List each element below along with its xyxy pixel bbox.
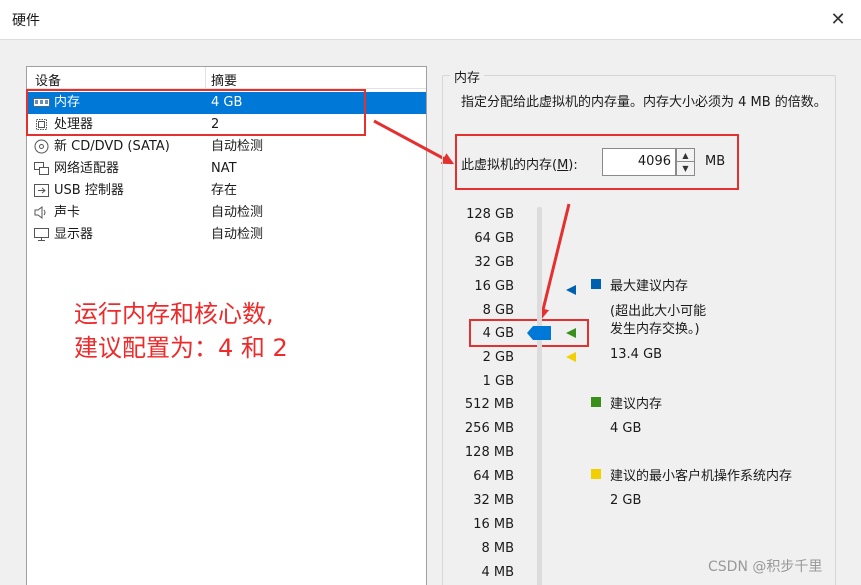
legend-max-value: 13.4 GB: [610, 347, 663, 362]
memory-description: 指定分配给此虚拟机的内存量。内存大小必须为 4 MB 的倍数。: [461, 95, 827, 110]
close-button[interactable]: ✕: [822, 6, 854, 34]
legend-max-title: 最大建议内存: [610, 279, 689, 294]
scale-label: 1 GB: [482, 374, 514, 389]
scale-label: 4 MB: [481, 565, 514, 580]
legend-min-title: 建议的最小客户机操作系统内存: [610, 469, 793, 484]
network-icon: [34, 162, 49, 175]
annotation-text-line1: 运行内存和核心数,: [74, 300, 274, 328]
scale-label: 8 GB: [482, 303, 514, 318]
recommended-marker: [566, 328, 576, 338]
legend-max-note: (超出此大小可能 发生内存交换。): [610, 304, 707, 337]
scale-label: 16 MB: [473, 517, 514, 532]
scale-label: 64 GB: [474, 231, 514, 246]
memory-slider-thumb[interactable]: [527, 326, 551, 340]
scale-label: 256 MB: [464, 421, 514, 436]
memory-group-title: 内存: [450, 67, 485, 86]
device-name: USB 控制器: [54, 183, 124, 198]
memory-slider-track[interactable]: [537, 207, 542, 585]
scale-label: 2 GB: [482, 350, 514, 365]
title-bar: 硬件 ✕: [0, 0, 861, 40]
scale-label-selected: 4 GB: [482, 326, 514, 341]
memory-unit: MB: [705, 154, 726, 169]
window-title: 硬件: [12, 13, 40, 29]
column-header-summary[interactable]: 摘要: [211, 70, 237, 89]
device-row-network[interactable]: 网络适配器 NAT: [27, 158, 426, 180]
memory-spinner[interactable]: ▲ ▼: [676, 148, 695, 176]
device-summary: 自动检测: [211, 139, 264, 154]
device-row-usb[interactable]: USB 控制器 存在: [27, 180, 426, 202]
device-row-cd-dvd[interactable]: 新 CD/DVD (SATA) 自动检测: [27, 136, 426, 158]
legend-max-swatch: [591, 279, 601, 289]
device-row-sound[interactable]: 声卡 自动检测: [27, 202, 426, 224]
device-summary: NAT: [211, 161, 237, 176]
scale-label: 512 MB: [464, 397, 514, 412]
scale-label: 32 GB: [474, 255, 514, 270]
device-summary: 存在: [211, 183, 238, 198]
device-name: 网络适配器: [54, 161, 120, 176]
device-name: 声卡: [54, 205, 81, 220]
device-summary: 自动检测: [211, 205, 264, 220]
device-name: 新 CD/DVD (SATA): [54, 139, 170, 154]
min-recommended-marker: [566, 352, 576, 362]
device-summary: 自动检测: [211, 227, 264, 242]
legend-min-swatch: [591, 469, 601, 479]
watermark: CSDN @积步千里: [708, 559, 823, 575]
column-header-device[interactable]: 设备: [35, 70, 61, 89]
memory-field-label: 此虚拟机的内存(M):: [461, 158, 578, 173]
legend-recommended-value: 4 GB: [610, 421, 642, 436]
device-row-display[interactable]: 显示器 自动检测: [27, 224, 426, 246]
device-name: 显示器: [54, 227, 94, 242]
usb-icon: [34, 184, 49, 197]
scale-label: 8 MB: [481, 541, 514, 556]
spinner-up-button[interactable]: ▲: [677, 149, 694, 162]
scale-label: 128 MB: [464, 445, 514, 460]
cd-icon: [34, 139, 49, 154]
spinner-down-button[interactable]: ▼: [677, 162, 694, 175]
scale-label: 16 GB: [474, 279, 514, 294]
max-recommended-marker: [566, 285, 576, 295]
legend-min-value: 2 GB: [610, 493, 642, 508]
scale-label: 64 MB: [473, 469, 514, 484]
memory-size-input[interactable]: 4096: [602, 148, 676, 176]
legend-recommended-swatch: [591, 397, 601, 407]
device-list-header: 设备 摘要: [27, 67, 426, 89]
annotation-box-memory-cpu: [26, 89, 366, 136]
annotation-text-line2: 建议配置为：4 和 2: [74, 334, 288, 362]
scale-label: 32 MB: [473, 493, 514, 508]
legend-recommended-title: 建议内存: [610, 397, 663, 412]
sound-icon: [34, 206, 46, 219]
display-icon: [34, 228, 49, 241]
scale-label: 128 GB: [466, 207, 514, 222]
